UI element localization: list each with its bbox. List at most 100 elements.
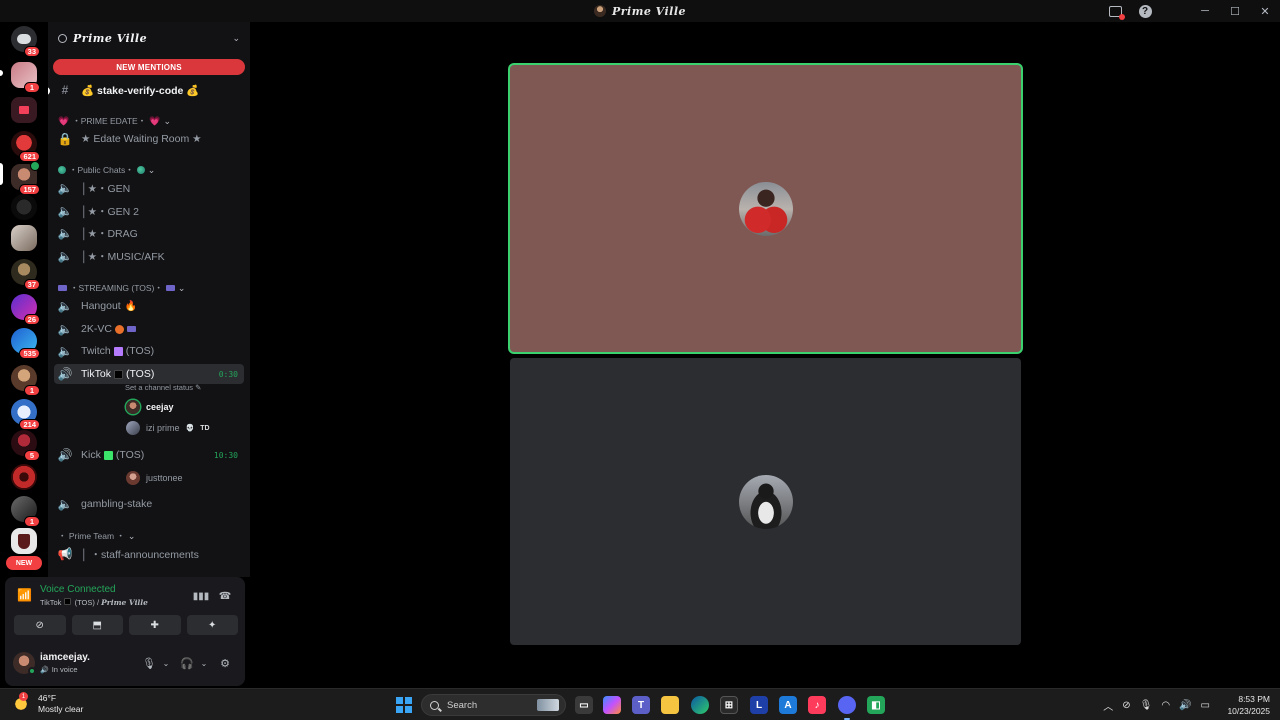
camera-icon [58, 285, 67, 291]
screen-share-button[interactable]: ⬒ [71, 615, 123, 635]
server-icon-7[interactable]: 37 [11, 259, 40, 290]
channel-gen[interactable]: 🔈 │★・GEN [54, 178, 244, 198]
music-icon[interactable]: ♪ [808, 696, 826, 714]
noise-suppression-button[interactable]: ▮▮▮ [193, 588, 210, 604]
new-unreads-pill[interactable]: NEW [6, 556, 42, 570]
help-button[interactable]: ? [1130, 0, 1160, 22]
disconnect-button[interactable]: ☎ [217, 588, 233, 604]
inbox-button[interactable] [1100, 0, 1130, 22]
store-icon[interactable]: ⊞ [720, 696, 738, 714]
app-icon[interactable]: A [779, 696, 797, 714]
new-mentions-button[interactable]: NEW MENTIONS [53, 59, 245, 75]
weather-widget[interactable]: 1 46°F Mostly clear [12, 692, 83, 715]
volume-icon[interactable]: 🔊 [1179, 700, 1191, 711]
channel-drag[interactable]: 🔈 │★・DRAG [54, 223, 244, 243]
activities-button[interactable]: ✚ [129, 615, 181, 635]
heart-icon: 💗 [58, 115, 70, 126]
microphone-icon[interactable]: 🎙 [1140, 700, 1153, 711]
teams-icon[interactable]: T [632, 696, 650, 714]
task-view-icon[interactable]: ▭ [575, 696, 593, 714]
folder-icon[interactable] [11, 97, 37, 123]
server-icon-8[interactable]: 26 [11, 294, 40, 325]
channel-2k-vc[interactable]: 🔈 2K-VC [54, 319, 244, 339]
search-highlight-icon [537, 699, 559, 711]
close-window-button[interactable]: ✕ [1250, 0, 1280, 22]
clock[interactable]: 8:53 PM 10/23/2025 [1227, 693, 1270, 717]
channel-twitch[interactable]: 🔈 Twitch (TOS) [54, 341, 244, 361]
server-icon-5[interactable] [11, 194, 37, 220]
start-button[interactable] [396, 697, 412, 713]
minimize-button[interactable]: ─ [1190, 0, 1220, 22]
voice-member-izi-prime[interactable]: izi prime 💀 TD [126, 419, 210, 437]
category-streaming[interactable]: ・STREAMING (TOS)・ ⌄ [58, 282, 185, 294]
taskbar-search[interactable]: Search [421, 694, 566, 716]
voice-status[interactable]: Voice Connected [40, 584, 116, 595]
user-name[interactable]: iamceejay. [40, 652, 90, 663]
chevron-up-icon[interactable]: ︿ [1103, 698, 1113, 713]
battery-icon[interactable]: ▭ [1201, 700, 1210, 711]
camera-button[interactable]: ⊘ [14, 615, 66, 635]
server-header[interactable]: Prime Ville ⌄ [48, 22, 250, 54]
hashtag-icon: # [61, 83, 69, 97]
wifi-icon[interactable]: ◠ [1161, 700, 1170, 711]
speaker-icon: 🔈 [57, 299, 73, 313]
voice-channel-suffix: (TOS) / [74, 598, 100, 607]
app-l-icon[interactable]: L [750, 696, 768, 714]
voice-channel-link[interactable]: TikTok (TOS) / Prime Ville [40, 598, 148, 607]
channel-gambling-stake[interactable]: 🔈 gambling-stake [54, 494, 244, 514]
server-icon-10[interactable]: 1 [11, 365, 40, 396]
channel-staff-announcements[interactable]: 📢 │ ・staff-announcements [54, 544, 244, 564]
server-icon-15[interactable] [11, 528, 37, 554]
channel-tiktok[interactable]: 🔊 TikTok (TOS) 0:30 [54, 364, 244, 384]
chevron-down-icon: ⌄ [232, 32, 240, 43]
category-public-chats[interactable]: ・Public Chats・ ⌄ [58, 164, 155, 176]
home-button[interactable]: 33 [11, 26, 40, 57]
channel-music-afk[interactable]: 🔈 │★・MUSIC/AFK [54, 246, 244, 266]
soundboard-button[interactable]: ✦ [186, 615, 238, 635]
channel-hangout[interactable]: 🔈 Hangout 🔥 [54, 296, 244, 316]
server-icon-1[interactable]: 1 [11, 62, 40, 93]
edge-icon[interactable] [691, 696, 709, 714]
audio-options-button[interactable]: ⌄ [196, 655, 212, 671]
server-badge: 1 [24, 82, 40, 93]
signal-icon[interactable]: 📶 [17, 588, 32, 602]
channel-tos-label: (TOS) [115, 449, 145, 461]
settings-button[interactable]: ⚙ [217, 655, 233, 671]
voice-member-ceejay[interactable]: ceejay [126, 398, 174, 416]
channel-kick[interactable]: 🔊 Kick (TOS) 10:30 [54, 445, 244, 465]
server-icon-prime-ville[interactable]: 157 [11, 161, 40, 195]
category-prime-edate[interactable]: 💗 ・PRIME EDATE・ 💗 ⌄ [58, 115, 171, 127]
server-icon-11[interactable]: 214 [11, 399, 40, 430]
server-icon-3[interactable]: 621 [11, 131, 40, 162]
unread-indicator [48, 87, 50, 95]
channel-timer: 0:30 [218, 369, 238, 379]
server-badge: 1 [24, 516, 40, 527]
maximize-button[interactable]: ☐ [1220, 0, 1250, 22]
file-explorer-icon[interactable] [661, 696, 679, 714]
mic-options-button[interactable]: ⌄ [158, 655, 174, 671]
server-icon-6[interactable] [11, 225, 37, 251]
chevron-down-icon: ⌄ [200, 658, 208, 668]
server-icon-13[interactable] [11, 464, 37, 490]
microphone-button[interactable]: 🎙 [141, 655, 157, 671]
black-square-icon [64, 598, 72, 605]
channel-stake-verify-code[interactable]: # 💰 stake-verify-code 💰 [54, 80, 244, 100]
member-name: justtonee [146, 473, 183, 483]
channel-gen-2[interactable]: 🔈 │★・GEN 2 [54, 201, 244, 221]
server-icon-12[interactable]: 5 [11, 430, 40, 461]
set-channel-status[interactable]: Set a channel status ✎ [125, 383, 201, 392]
app-green-icon[interactable]: ◧ [867, 696, 885, 714]
channel-edate-waiting-room[interactable]: 🔒 ★ Edate Waiting Room ★ [54, 129, 244, 149]
server-icon-14[interactable]: 1 [11, 496, 40, 527]
category-prime-team[interactable]: ・ Prime Team ・ ⌄ [58, 530, 135, 542]
user-avatar[interactable] [13, 652, 36, 675]
channel-label: Hangout [81, 300, 121, 312]
headphones-button[interactable]: 🎧 [179, 655, 195, 671]
participant-tile[interactable] [510, 358, 1021, 645]
participant-tile-speaking[interactable] [510, 65, 1021, 352]
discord-taskbar-icon[interactable] [838, 696, 856, 720]
voice-member-justtonee[interactable]: justtonee ⃠ [126, 469, 250, 487]
camera-off-icon[interactable]: ⊘ [1122, 700, 1130, 711]
server-icon-9[interactable]: 535 [11, 328, 40, 359]
copilot-icon[interactable] [603, 696, 621, 714]
